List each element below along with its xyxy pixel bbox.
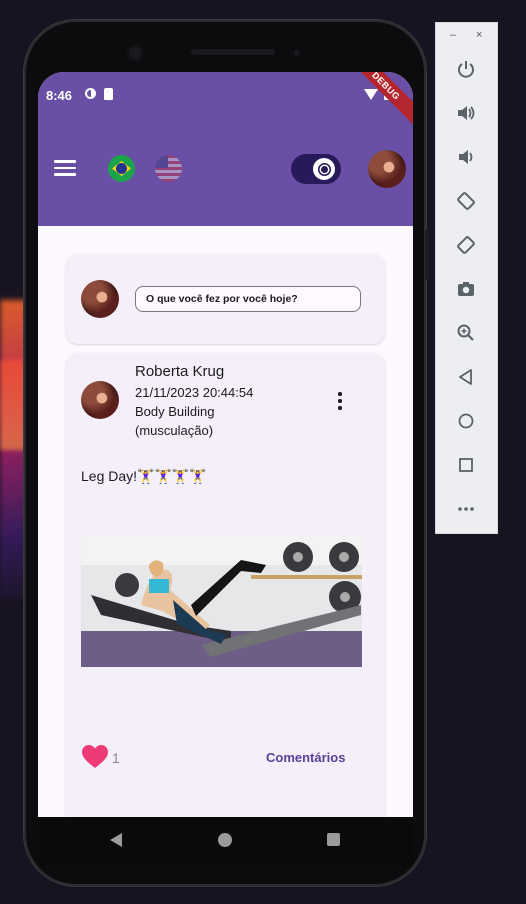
close-button[interactable]: × bbox=[476, 29, 482, 41]
phone-side-button bbox=[425, 230, 429, 280]
nav-back-icon[interactable] bbox=[110, 833, 122, 847]
camera-icon[interactable] bbox=[454, 277, 478, 301]
post-category-detail: (musculação) bbox=[135, 423, 214, 438]
sd-card-icon bbox=[104, 88, 113, 100]
post-category: Body Building bbox=[135, 404, 215, 419]
back-icon[interactable] bbox=[454, 365, 478, 389]
front-camera bbox=[126, 44, 144, 62]
status-time: 8:46 bbox=[46, 88, 73, 103]
heart-icon[interactable] bbox=[82, 745, 108, 769]
status-bar: 8:46 bbox=[38, 72, 413, 112]
post-text: Leg Day!🏋️‍♀️🏋️‍♀️🏋️‍♀️🏋️‍♀️ bbox=[81, 468, 207, 484]
rotate-left-icon[interactable] bbox=[454, 189, 478, 213]
more-icon[interactable] bbox=[454, 497, 478, 521]
post-datetime: 21/11/2023 20:44:54 bbox=[135, 385, 254, 400]
emulator-toolbar: – × bbox=[435, 22, 498, 534]
nav-home-icon[interactable] bbox=[218, 833, 232, 847]
app-bar: 8:46 DEBUG bbox=[38, 72, 413, 226]
sun-icon bbox=[320, 165, 328, 173]
more-options-icon[interactable] bbox=[334, 391, 346, 411]
overview-icon[interactable] bbox=[454, 453, 478, 477]
post-author-avatar[interactable] bbox=[81, 381, 119, 419]
power-icon[interactable] bbox=[454, 57, 478, 81]
volume-down-icon[interactable] bbox=[454, 145, 478, 169]
theme-toggle[interactable] bbox=[291, 154, 341, 184]
brazil-flag-icon[interactable] bbox=[108, 155, 135, 182]
home-icon[interactable] bbox=[454, 409, 478, 433]
comments-button[interactable]: Comentários bbox=[266, 750, 345, 765]
composer-input[interactable]: O que você fez por você hoje? bbox=[135, 286, 361, 312]
nav-recents-icon[interactable] bbox=[327, 833, 340, 846]
hamburger-menu-icon[interactable] bbox=[54, 160, 76, 176]
zoom-icon[interactable] bbox=[454, 321, 478, 345]
profile-avatar[interactable] bbox=[368, 150, 406, 188]
post-card: Roberta Krug 21/11/2023 20:44:54 Body Bu… bbox=[66, 353, 385, 817]
earpiece-speaker bbox=[191, 49, 275, 55]
app-screen: 8:46 DEBUG O que você fez por você hoje?… bbox=[38, 72, 413, 817]
wifi-icon bbox=[364, 89, 378, 100]
post-image[interactable] bbox=[81, 535, 362, 667]
composer-avatar bbox=[81, 280, 119, 318]
rotate-right-icon[interactable] bbox=[454, 233, 478, 257]
post-author-name: Roberta Krug bbox=[135, 363, 225, 380]
data-saver-icon bbox=[85, 88, 96, 99]
android-navigation-bar bbox=[38, 817, 413, 865]
like-count: 1 bbox=[112, 750, 120, 766]
minimize-button[interactable]: – bbox=[450, 29, 456, 41]
volume-up-icon[interactable] bbox=[454, 101, 478, 125]
proximity-sensor bbox=[294, 50, 300, 56]
post-composer: O que você fez por você hoje? bbox=[66, 254, 385, 344]
usa-flag-icon[interactable] bbox=[155, 155, 182, 182]
